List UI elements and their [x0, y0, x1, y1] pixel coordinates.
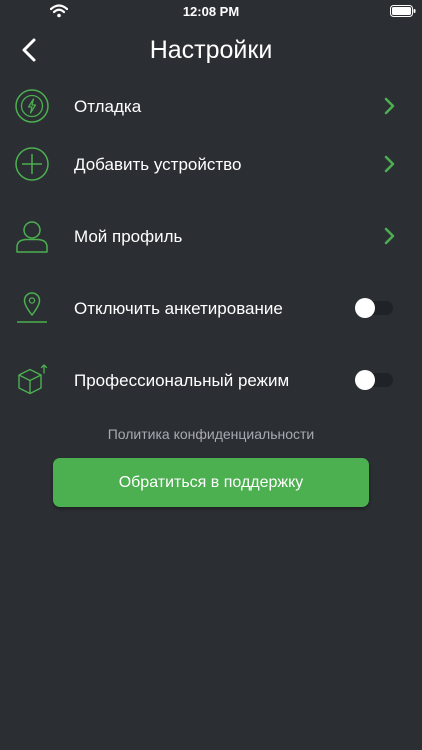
- settings-row-debug[interactable]: Отладка: [0, 78, 422, 134]
- nav-bar: Настройки: [0, 24, 422, 80]
- status-time: 12:08 PM: [182, 4, 240, 19]
- plus-circle-icon: [15, 147, 49, 181]
- settings-row-label: Отладка: [74, 97, 142, 116]
- chevron-right-icon: [384, 97, 395, 115]
- chevron-right-icon: [384, 227, 395, 245]
- settings-row-label: Отключить анкетирование: [74, 299, 283, 318]
- chevron-right-icon: [384, 155, 395, 173]
- settings-row-disable-survey: Отключить анкетирование: [0, 280, 422, 336]
- settings-row-label: Профессиональный режим: [74, 371, 290, 390]
- toggle-knob: [355, 370, 375, 390]
- box-upgrade-icon: [18, 364, 48, 395]
- battery-icon: [390, 5, 416, 17]
- settings-row-label: Добавить устройство: [74, 155, 242, 174]
- lightning-circle-icon: [15, 89, 49, 123]
- pro-mode-toggle[interactable]: [355, 370, 393, 390]
- status-bar: 12:08 PM: [0, 0, 422, 24]
- toggle-knob: [355, 298, 375, 318]
- map-pin-icon: [17, 292, 47, 323]
- settings-row-label: Мой профиль: [74, 227, 183, 246]
- privacy-policy-link[interactable]: Политика конфиденциальности: [0, 426, 422, 442]
- contact-support-button[interactable]: Обратиться в поддержку: [53, 458, 369, 507]
- settings-row-pro-mode: Профессиональный режим: [0, 352, 422, 408]
- settings-row-add-device[interactable]: Добавить устройство: [0, 136, 422, 192]
- settings-row-profile[interactable]: Мой профиль: [0, 208, 422, 264]
- user-icon: [16, 221, 48, 253]
- disable-survey-toggle[interactable]: [355, 298, 393, 318]
- page-title: Настройки: [149, 36, 273, 64]
